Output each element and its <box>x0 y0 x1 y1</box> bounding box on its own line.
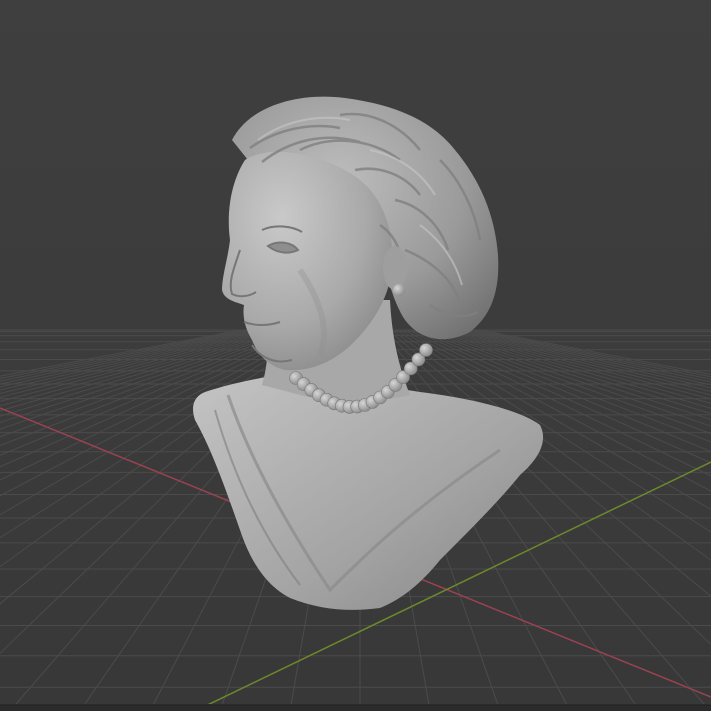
3d-viewport[interactable] <box>0 0 711 711</box>
earring <box>393 284 405 296</box>
necklace-pearl <box>419 343 433 357</box>
status-bar <box>0 705 711 711</box>
ear <box>383 246 407 290</box>
viewport-canvas[interactable] <box>0 0 711 711</box>
